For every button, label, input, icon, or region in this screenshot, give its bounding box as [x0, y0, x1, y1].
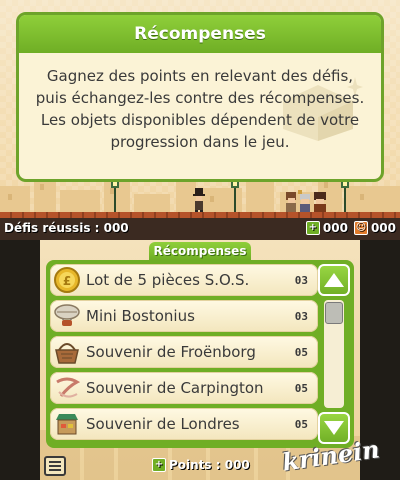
airship-icon	[52, 301, 82, 331]
challenges-completed-label: Défis réussis : 000	[4, 221, 129, 235]
green-counter: + 000	[305, 221, 348, 235]
market-stall-icon	[52, 409, 82, 439]
reward-item[interactable]: Souvenir de Froënborg 05	[50, 336, 318, 368]
list-scrollbar[interactable]	[318, 264, 350, 444]
points-label: Points : 000	[169, 458, 250, 472]
reward-name: Souvenir de Londres	[86, 415, 240, 433]
ribbon-icon	[52, 373, 82, 403]
reward-count: 03	[294, 273, 308, 287]
rewards-list: £ Lot de 5 pièces S.O.S. 03 Mini Bostoni…	[50, 264, 318, 440]
reward-item[interactable]: £ Lot de 5 pièces S.O.S. 03	[50, 264, 318, 296]
panel-title: Récompenses	[153, 244, 247, 258]
svg-text:£: £	[63, 274, 71, 288]
reward-name: Lot de 5 pièces S.O.S.	[86, 271, 250, 289]
reward-item[interactable]: Souvenir de Carpington 05	[50, 372, 318, 404]
dialog-description: Gagnez des points en relevant des défis,…	[35, 67, 365, 151]
plus-icon: +	[305, 221, 320, 235]
orange-counter: ☺ 000	[353, 221, 396, 235]
dialog-title: Récompenses	[134, 24, 266, 44]
orange-counter-value: 000	[370, 221, 396, 235]
reward-name: Souvenir de Froënborg	[86, 343, 256, 361]
reward-count: 05	[294, 345, 308, 359]
green-counter-value: 000	[322, 221, 348, 235]
scroll-thumb[interactable]	[325, 302, 343, 324]
face-icon: ☺	[353, 221, 368, 235]
reward-name: Souvenir de Carpington	[86, 379, 264, 397]
info-dialog: Récompenses Gagnez des points en relevan…	[16, 12, 384, 182]
reward-count: 05	[294, 381, 308, 395]
list-menu-icon	[49, 461, 61, 471]
dialog-header: Récompenses	[19, 15, 381, 53]
scroll-track[interactable]	[324, 300, 344, 408]
professor-character-icon	[193, 188, 205, 214]
top-screen: Récompenses Gagnez des points en relevan…	[0, 0, 400, 240]
menu-button[interactable]	[44, 456, 66, 476]
reward-item[interactable]: Souvenir de Londres 05	[50, 408, 318, 440]
hud-counters: + 000 ☺ 000	[305, 221, 396, 235]
reward-name: Mini Bostonius	[86, 307, 195, 325]
basket-icon	[52, 337, 82, 367]
coin-icon: £	[52, 265, 82, 295]
points-display: + Points : 000	[152, 458, 250, 472]
reward-count: 05	[294, 417, 308, 431]
plus-icon: +	[152, 458, 166, 472]
arrow-down-icon	[324, 421, 344, 435]
reward-item[interactable]: Mini Bostonius 03	[50, 300, 318, 332]
rewards-panel: £ Lot de 5 pièces S.O.S. 03 Mini Bostoni…	[46, 260, 354, 448]
bottom-screen: Récompenses £ Lot de 5 pièces S.O.S. 03 …	[0, 240, 400, 480]
dialog-body: Gagnez des points en relevant des défis,…	[19, 53, 381, 179]
reward-count: 03	[294, 309, 308, 323]
arrow-up-icon	[324, 273, 344, 287]
panel-title-tab: Récompenses	[149, 242, 251, 260]
scroll-up-button[interactable]	[318, 264, 350, 296]
